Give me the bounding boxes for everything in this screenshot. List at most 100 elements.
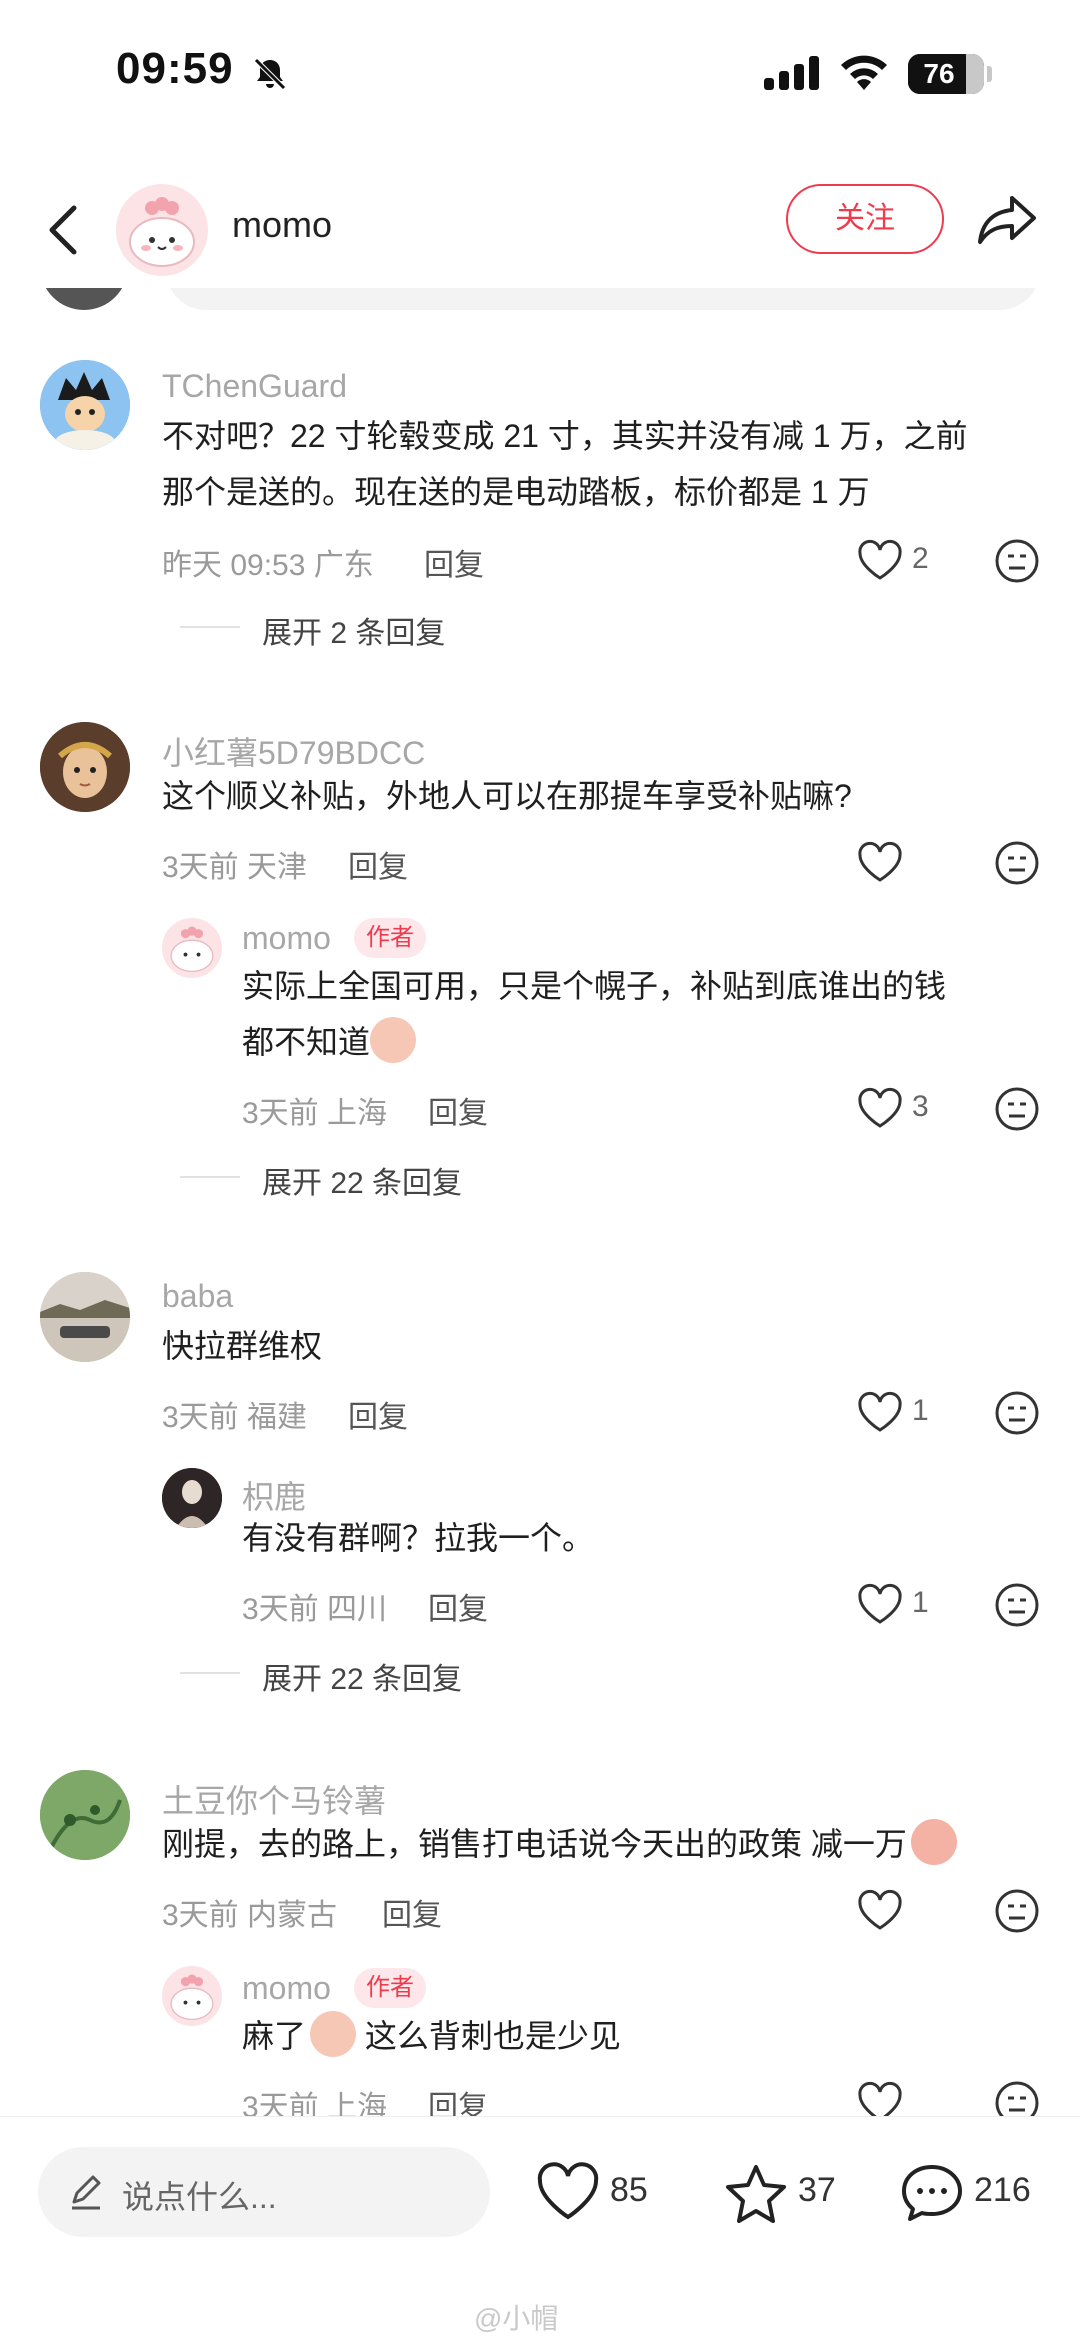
like-post-button[interactable]: 85 [536, 2149, 666, 2235]
reply-button[interactable]: 回复 [424, 540, 484, 584]
heart-icon[interactable] [856, 538, 904, 582]
follow-button[interactable]: 关注 [786, 184, 944, 254]
cool-sunglasses-emoji-icon [910, 1819, 957, 1865]
post-header: momo 关注 [0, 170, 1080, 290]
pencil-icon [72, 2175, 101, 2210]
reply-meta: 3天前 上海 [242, 1097, 388, 1130]
heart-icon[interactable] [856, 1582, 904, 1626]
emoji-reaction-icon[interactable] [994, 2080, 1040, 2116]
reply-text-part: 麻了 [242, 2018, 307, 2054]
reply-text: 都不知道 [242, 1014, 417, 1070]
emoji-reaction-icon[interactable] [994, 840, 1040, 886]
car-photo-avatar-icon [40, 1272, 130, 1362]
comment-text: 不对吧？22 寸轮毂变成 21 寸，其实并没有减 1 万，之前 [162, 418, 968, 454]
reply-meta: 3天前 上海 [242, 2091, 388, 2116]
comment-input[interactable]: 说点什么... [38, 2147, 490, 2237]
emoji-reaction-icon[interactable] [994, 538, 1040, 584]
author-name[interactable]: momo [232, 204, 332, 246]
reply-button[interactable]: 回复 [348, 842, 408, 886]
reply-avatar[interactable] [162, 918, 222, 978]
back-arrow-icon[interactable] [36, 194, 96, 266]
heart-icon[interactable] [856, 1888, 904, 1932]
emoji-reaction-icon[interactable] [994, 1582, 1040, 1628]
expand-divider [180, 626, 240, 628]
like-count: 3 [912, 1090, 929, 1123]
reply-button[interactable]: 回复 [348, 1392, 408, 1436]
expand-replies-button[interactable]: 展开 22 条回复 [262, 1654, 462, 1698]
battery-level: 76 [923, 58, 955, 89]
post-like-count: 85 [610, 2171, 648, 2209]
reply-author-name[interactable]: momo [242, 920, 331, 957]
cartoon-boy-avatar-icon [40, 360, 130, 450]
battery-indicator: 76 [908, 54, 984, 94]
reply-author-name[interactable]: momo [242, 1970, 331, 2007]
like-count: 2 [912, 542, 929, 575]
reply-text: 实际上全国可用，只是个幌子，补贴到底谁出的钱 [242, 968, 947, 1004]
comment-text-line: 刚提，去的路上，销售打电话说今天出的政策 减一万 [162, 1826, 907, 1862]
author-tag: 作者 [354, 1968, 426, 2008]
cute-mochi-avatar-icon [170, 926, 214, 973]
expand-replies-button[interactable]: 展开 2 条回复 [262, 608, 445, 652]
comments-button[interactable]: 216 [900, 2149, 1050, 2235]
favorite-post-button[interactable]: 37 [724, 2149, 854, 2235]
reply-button[interactable]: 回复 [382, 1890, 442, 1934]
comment-meta: 3天前 内蒙古 [162, 1899, 338, 1932]
reply-avatar[interactable] [162, 1468, 222, 1528]
reply-button[interactable]: 回复 [428, 1088, 488, 1132]
comment-text: 快拉群维权 [162, 1328, 323, 1364]
author-tag: 作者 [354, 918, 426, 958]
commenter-name[interactable]: TChenGuard [162, 368, 347, 405]
comment-text: 那个是送的。现在送的是电动踏板，标价都是 1 万 [162, 474, 870, 510]
commenter-name[interactable]: baba [162, 1278, 233, 1315]
commenter-avatar[interactable] [40, 722, 130, 812]
commenter-avatar[interactable] [40, 360, 130, 450]
reply-button[interactable]: 回复 [428, 2082, 488, 2116]
signal-icon [764, 56, 819, 90]
reply-button[interactable]: 回复 [428, 1584, 488, 1628]
comments-feed[interactable]: TChenGuard 不对吧？22 寸轮毂变成 21 寸，其实并没有减 1 万，… [0, 288, 1080, 2116]
post-favorite-count: 37 [798, 2171, 836, 2209]
previous-comment-avatar [40, 288, 128, 310]
reply-text: 麻了 这么背刺也是少见 [242, 2008, 621, 2064]
reply-text-part: 这么背刺也是少见 [356, 2018, 621, 2054]
comment-text: 这个顺义补贴，外地人可以在那提车享受补贴嘛? [162, 778, 852, 814]
reply-text-line: 都不知道 [242, 1024, 371, 1060]
expand-replies-button[interactable]: 展开 22 条回复 [262, 1158, 462, 1202]
cute-mochi-avatar-icon [170, 1974, 214, 2021]
expand-divider [180, 1672, 240, 1674]
like-count: 1 [912, 1586, 929, 1619]
status-bar: 09:59 76 [0, 0, 1080, 150]
expand-divider [180, 1176, 240, 1178]
status-time: 09:59 [116, 44, 234, 93]
commenter-avatar[interactable] [40, 1272, 130, 1362]
reply-avatar[interactable] [162, 1966, 222, 2026]
monkey-king-avatar-icon [40, 722, 130, 812]
emoji-reaction-icon[interactable] [994, 1390, 1040, 1436]
author-avatar[interactable] [116, 184, 208, 276]
comment-text: 刚提，去的路上，销售打电话说今天出的政策 减一万 [162, 1816, 957, 1872]
crying-face-emoji-icon [370, 1017, 417, 1063]
comment-input-placeholder: 说点什么... [122, 2179, 277, 2215]
watermark: @小帽 [474, 2303, 559, 2334]
grass-photo-avatar-icon [40, 1770, 130, 1860]
heart-icon[interactable] [856, 2080, 904, 2116]
emoji-reaction-icon[interactable] [994, 1086, 1040, 1132]
previous-comment-bubble [166, 288, 1040, 310]
commenter-avatar[interactable] [40, 1770, 130, 1860]
heart-icon[interactable] [856, 840, 904, 884]
heart-icon[interactable] [856, 1390, 904, 1434]
share-icon[interactable] [976, 188, 1040, 252]
comment-meta: 3天前 福建 [162, 1401, 308, 1434]
bell-muted-icon [254, 58, 286, 90]
heart-icon[interactable] [856, 1086, 904, 1130]
star-icon [726, 2165, 786, 2223]
comment-meta: 昨天 09:53 广东 [162, 549, 374, 582]
emoji-reaction-icon[interactable] [994, 1888, 1040, 1934]
like-count: 1 [912, 1394, 929, 1427]
comment-meta: 3天前 天津 [162, 851, 308, 884]
reply-text: 有没有群啊？拉我一个。 [242, 1520, 595, 1556]
cute-mochi-avatar-icon [129, 197, 195, 267]
crying-face-emoji-icon [310, 2011, 357, 2057]
heart-icon [537, 2162, 599, 2220]
post-comment-count: 216 [974, 2171, 1031, 2209]
